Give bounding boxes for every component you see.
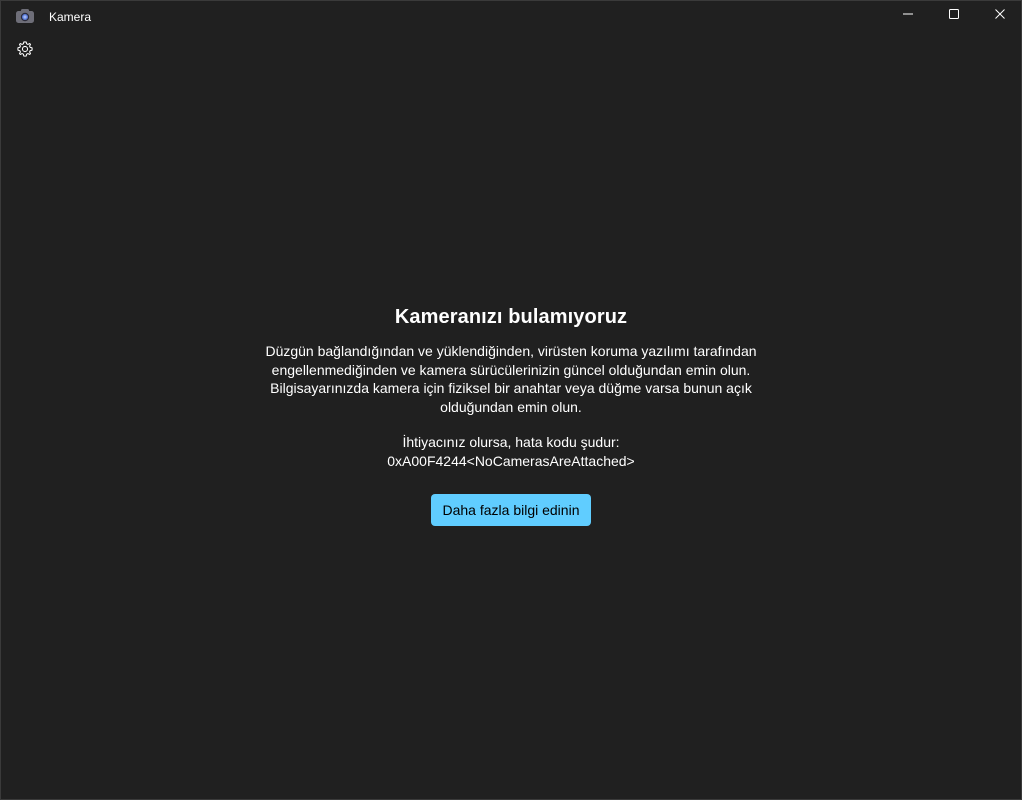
error-code-intro: İhtiyacınız olursa, hata kodu şudur: (402, 434, 620, 450)
title-bar[interactable]: Kamera (1, 1, 1021, 33)
error-code-block: İhtiyacınız olursa, hata kodu şudur: 0xA… (1, 433, 1021, 470)
close-button[interactable] (977, 1, 1022, 31)
close-icon (994, 7, 1006, 25)
description-line: engellenmediğinden ve kamera sürücülerin… (271, 361, 751, 378)
description-line: Bilgisayarınızda kamera için fiziksel bi… (270, 380, 752, 396)
error-heading: Kameranızı bulamıyoruz (394, 306, 628, 328)
minimize-button[interactable] (885, 1, 931, 31)
learn-more-button[interactable]: Daha fazla bilgi edinin (430, 494, 592, 526)
minimize-icon (902, 7, 914, 25)
maximize-icon (948, 7, 960, 25)
description-line: olduğundan emin olun. (440, 398, 582, 415)
camera-icon (15, 8, 35, 24)
gear-icon (16, 40, 34, 63)
error-code: 0xA00F4244<NoCamerasAreAttached> (387, 452, 635, 469)
settings-button[interactable] (12, 38, 38, 64)
error-description: Düzgün bağlandığından ve yüklendiğinden,… (261, 342, 761, 416)
window-title: Kamera (49, 10, 92, 24)
maximize-button[interactable] (931, 1, 977, 31)
error-panel: Kameranızı bulamıyoruz Düzgün bağlandığı… (1, 301, 1021, 526)
description-line: Düzgün bağlandığından ve yüklendiğinden,… (265, 343, 757, 359)
camera-app-window: Kamera Kameranızı bulamıyoruz Düzgün bağ… (0, 0, 1022, 800)
